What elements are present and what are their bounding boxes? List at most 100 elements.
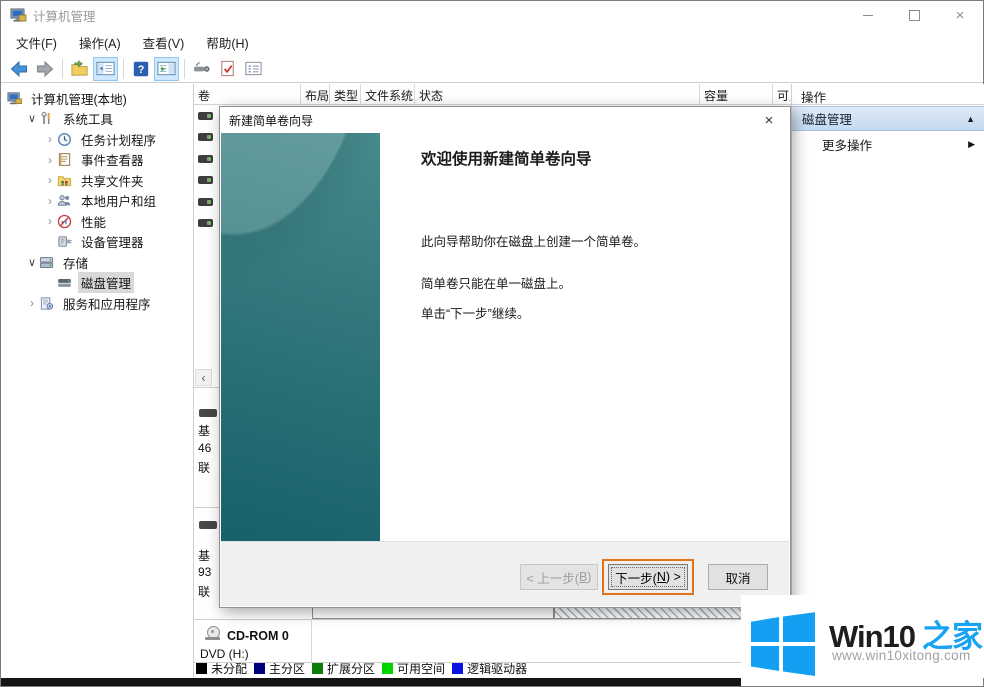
event-viewer-icon	[57, 152, 73, 168]
dialog-close-button[interactable]: ×	[748, 107, 790, 133]
system-tools-icon	[39, 111, 55, 127]
sidebar-item-services-applications[interactable]: › 服务和应用程序	[2, 293, 193, 314]
minimize-button[interactable]	[845, 1, 891, 29]
sidebar-item-disk-management[interactable]: 磁盘管理	[2, 273, 193, 294]
column-header-status[interactable]: 状态	[415, 84, 700, 104]
column-header-layout[interactable]: 布局	[301, 84, 330, 104]
menu-action[interactable]: 操作(A)	[68, 29, 132, 56]
cdrom-title[interactable]: CD-ROM 0	[227, 629, 289, 643]
wizard-paragraph: 简单卷只能在单一磁盘上。	[421, 273, 571, 292]
collapse-arrow-icon[interactable]: ▲	[966, 114, 975, 124]
actions-panel: 操作 磁盘管理 ▲ 更多操作 ▶	[791, 84, 984, 678]
maximize-icon	[909, 10, 920, 21]
sidebar-item-label: 服务和应用程序	[60, 293, 154, 314]
maximize-button[interactable]	[891, 1, 937, 29]
close-icon: ×	[765, 112, 774, 129]
chevron-collapsed-icon[interactable]: ›	[43, 173, 57, 187]
shared-folders-icon	[57, 172, 73, 188]
column-header-type[interactable]: 类型	[330, 84, 361, 104]
free-space-swatch	[382, 663, 393, 674]
sidebar-item-storage[interactable]: ∨ 存储	[2, 252, 193, 273]
forward-arrow-icon[interactable]	[32, 57, 57, 81]
sidebar-item-label: 系统工具	[60, 108, 116, 129]
partition-bar-slice[interactable]	[312, 608, 554, 619]
more-actions-item[interactable]: 更多操作 ▶	[792, 131, 984, 157]
volume-row-icon[interactable]	[198, 198, 213, 206]
chevron-collapsed-icon[interactable]: ›	[43, 214, 57, 228]
column-header-volume[interactable]: 卷	[194, 84, 301, 104]
disk0-icon[interactable]	[199, 409, 217, 417]
sidebar-item-label: 存储	[60, 252, 91, 273]
new-simple-volume-wizard-dialog: 新建简单卷向导 × 欢迎使用新建简单卷向导 此向导帮助你在磁盘上创建一个简单卷。…	[219, 106, 791, 608]
chevron-collapsed-icon[interactable]: ›	[43, 194, 57, 208]
sidebar-item-label: 磁盘管理	[78, 272, 134, 293]
sidebar-item-system-tools[interactable]: ∨ 系统工具	[2, 109, 193, 130]
sidebar-item-computer-management[interactable]: 计算机管理(本地)	[2, 88, 193, 109]
column-header-capacity[interactable]: 容量	[700, 84, 773, 104]
local-users-groups-icon	[57, 193, 73, 209]
menu-help[interactable]: 帮助(H)	[195, 29, 259, 56]
sidebar-item-label: 任务计划程序	[78, 129, 159, 150]
sidebar-item-event-viewer[interactable]: › 事件查看器	[2, 150, 193, 171]
check-document-icon[interactable]	[215, 57, 240, 81]
legend-item: 未分配	[196, 660, 247, 677]
volume-row-icon[interactable]	[198, 112, 213, 120]
properties-list-icon[interactable]	[241, 57, 266, 81]
console-panel-icon[interactable]	[93, 57, 118, 81]
volume-row-icon[interactable]	[198, 219, 213, 227]
computer-management-app-icon	[10, 7, 27, 24]
back-arrow-icon[interactable]	[6, 57, 31, 81]
console-tree-sidebar: 计算机管理(本地) ∨ 系统工具 › 任务计划程序 › 事件查看器 › 共享文件…	[2, 84, 194, 678]
window-title: 计算机管理	[33, 6, 96, 25]
disk0-capacity-partial: 46	[198, 441, 211, 455]
chevron-collapsed-icon[interactable]: ›	[25, 296, 39, 310]
disk0-status-partial: 联	[198, 459, 210, 476]
wizard-paragraph: 单击“下一步”继续。	[421, 303, 529, 322]
help-icon[interactable]: ?	[128, 57, 153, 81]
close-button[interactable]: ×	[937, 1, 983, 29]
more-actions-label: 更多操作	[822, 135, 872, 154]
sidebar-item-task-scheduler[interactable]: › 任务计划程序	[2, 129, 193, 150]
performance-icon	[57, 213, 73, 229]
cancel-button[interactable]: 取消	[708, 564, 768, 590]
action-pane-icon[interactable]	[154, 57, 179, 81]
actions-group-label: 磁盘管理	[802, 109, 852, 128]
column-header-freespace[interactable]: 可用空间	[773, 84, 790, 104]
storage-icon	[39, 254, 55, 270]
menu-bar: 文件(F) 操作(A) 查看(V) 帮助(H)	[1, 29, 983, 55]
disk1-icon[interactable]	[199, 521, 217, 529]
volume-row-icon[interactable]	[198, 133, 213, 141]
toolbar-separator	[123, 59, 124, 79]
column-header-filesystem[interactable]: 文件系统	[361, 84, 415, 104]
toolbar: ?	[1, 55, 983, 83]
dialog-button-bar: < 上一步(B) 下一步(N) > 取消	[221, 541, 789, 606]
next-button[interactable]: 下一步(N) >	[608, 564, 688, 590]
sidebar-item-shared-folders[interactable]: › 共享文件夹	[2, 170, 193, 191]
partition-legend: 未分配 主分区 扩展分区 可用空间 逻辑驱动器	[196, 659, 534, 677]
sidebar-item-performance[interactable]: › 性能	[2, 211, 193, 232]
disk-tool-icon[interactable]	[189, 57, 214, 81]
back-button[interactable]: < 上一步(B)	[520, 564, 598, 590]
volume-row-icon[interactable]	[198, 155, 213, 163]
legend-item: 可用空间	[382, 660, 445, 677]
chevron-expanded-icon[interactable]: ∨	[25, 256, 39, 269]
actions-header: 操作	[792, 84, 984, 105]
windows-flag-icon	[751, 612, 815, 676]
menu-view[interactable]: 查看(V)	[132, 29, 196, 56]
toolbar-separator	[62, 59, 63, 79]
close-icon: ×	[956, 7, 965, 24]
chevron-collapsed-icon[interactable]: ›	[43, 132, 57, 146]
sidebar-item-label: 本地用户和组	[78, 190, 159, 211]
unallocated-swatch	[196, 663, 207, 674]
volume-row-icon[interactable]	[198, 176, 213, 184]
actions-group-disk-management[interactable]: 磁盘管理 ▲	[792, 106, 984, 131]
sidebar-item-local-users-groups[interactable]: › 本地用户和组	[2, 191, 193, 212]
sidebar-item-device-manager[interactable]: 设备管理器	[2, 232, 193, 253]
menu-file[interactable]: 文件(F)	[5, 29, 68, 56]
show-hide-console-tree-icon[interactable]	[67, 57, 92, 81]
logical-drive-swatch	[452, 663, 463, 674]
scrollbar-left-arrow[interactable]: ‹	[195, 369, 212, 386]
chevron-collapsed-icon[interactable]: ›	[43, 153, 57, 167]
chevron-expanded-icon[interactable]: ∨	[25, 112, 39, 125]
section-divider	[194, 619, 791, 620]
